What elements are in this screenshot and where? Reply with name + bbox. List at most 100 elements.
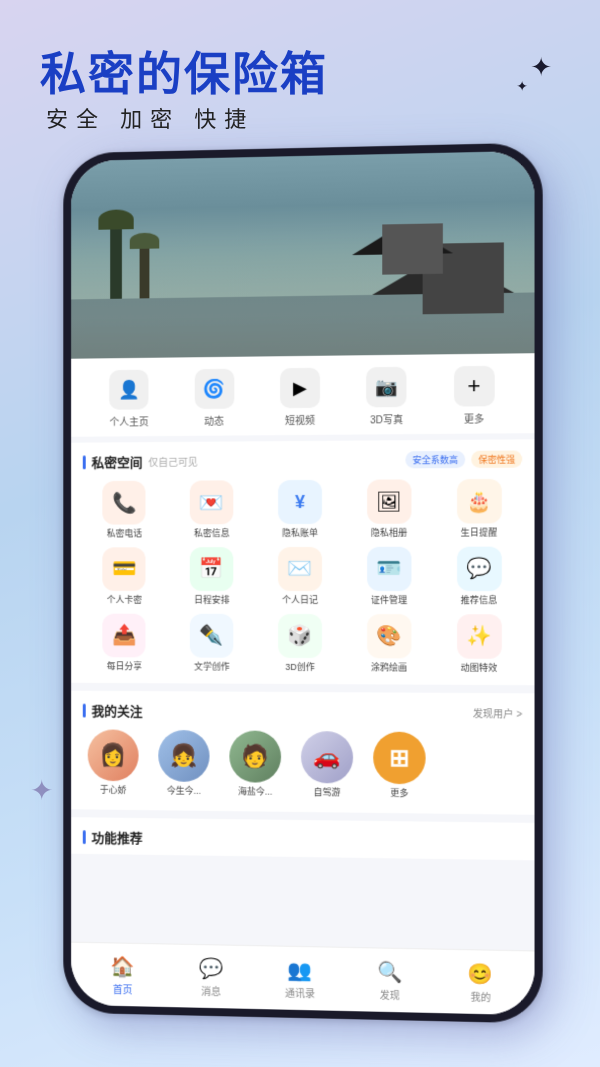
recommend-title: 功能推荐 — [92, 827, 143, 847]
diary-label: 个人日记 — [282, 595, 318, 606]
nav-item-shortvideo[interactable]: ▶ 短视频 — [280, 368, 320, 427]
avatar-4: 🚗 — [301, 731, 353, 784]
dynamic-icon: 🌀 — [194, 369, 234, 409]
private-bill-icon: ¥ — [278, 480, 322, 524]
discover-nav-icon: 🔍 — [377, 959, 402, 985]
profile-icon: 👤 — [109, 370, 148, 410]
grid-item-message[interactable]: 💌 私密信息 — [170, 480, 254, 539]
nav-row: 👤 个人主页 🌀 动态 ▶ 短视频 📷 3D写真 + 更多 — [71, 353, 534, 437]
mine-nav-label: 我的 — [470, 988, 490, 1004]
grid-item-share[interactable]: 📤 每日分享 — [83, 613, 166, 672]
private-album-icon: 🖼 — [367, 479, 411, 523]
sparkle-icon-3: ✦ — [30, 774, 53, 807]
grid-item-recommend[interactable]: 💬 推荐信息 — [436, 546, 522, 605]
phone-mockup: 👤 个人主页 🌀 动态 ▶ 短视频 📷 3D写真 + 更多 — [63, 142, 542, 1023]
discover-link[interactable]: 发现用户 > — [473, 705, 523, 720]
avatar-name-more: 更多 — [390, 788, 408, 799]
avatar-3: 🧑 — [229, 731, 281, 783]
recommend-icon: 💬 — [457, 546, 502, 590]
birthday-label: 生日提醒 — [461, 527, 498, 538]
schedule-icon: 📅 — [190, 547, 234, 591]
bottom-nav-home[interactable]: 🏠 首页 — [79, 953, 167, 996]
badge-security: 安全系数高 — [405, 451, 465, 469]
home-nav-label: 首页 — [113, 981, 133, 996]
grid-item-diary[interactable]: ✉️ 个人日记 — [258, 547, 343, 606]
following-section: 我的关注 发现用户 > 👩 于心娇 👧 今生今... 🧑 海盐 — [71, 691, 534, 815]
mine-nav-icon: 😊 — [468, 961, 493, 987]
avatar-more: ⊞ — [373, 732, 425, 785]
nav-label-more: 更多 — [464, 410, 484, 425]
grid-item-write[interactable]: ✒️ 文学创作 — [170, 613, 254, 672]
schedule-label: 日程安排 — [194, 595, 230, 606]
recommend-section-bar — [83, 830, 86, 844]
bottom-nav-contacts[interactable]: 👥 通讯录 — [255, 957, 344, 1001]
avatar-item-4[interactable]: 🚗 自驾游 — [296, 731, 358, 798]
following-title-row: 我的关注 — [83, 701, 143, 720]
card-label: 个人卡密 — [107, 595, 142, 606]
avatar-item-2[interactable]: 👧 今生今... — [153, 730, 214, 797]
shortvideo-icon: ▶ — [280, 368, 320, 408]
nav-label-shortvideo: 短视频 — [285, 412, 315, 427]
grid-item-phone[interactable]: 📞 私密电话 — [83, 481, 166, 540]
contacts-nav-icon: 👥 — [288, 957, 313, 983]
birthday-icon: 🎂 — [457, 479, 502, 524]
bottom-nav-discover[interactable]: 🔍 发现 — [345, 958, 435, 1002]
write-label: 文学创作 — [194, 661, 230, 672]
nav-label-dynamic: 动态 — [204, 413, 224, 428]
bottom-nav-mine[interactable]: 😊 我的 — [435, 960, 526, 1004]
nav-item-profile[interactable]: 👤 个人主页 — [109, 370, 148, 429]
avatar-item-1[interactable]: 👩 于心娇 — [83, 730, 144, 797]
avatar-item-more[interactable]: ⊞ 更多 — [368, 732, 431, 800]
grid-item-bill[interactable]: ¥ 隐私账单 — [258, 480, 343, 539]
grid-item-anim[interactable]: ✨ 动图特效 — [436, 614, 522, 674]
sparkle-icon-2: ✦ — [516, 78, 528, 95]
grid-item-3dcreate[interactable]: 🎲 3D创作 — [258, 614, 343, 673]
contacts-nav-label: 通讯录 — [285, 984, 315, 1000]
grid-item-cert[interactable]: 🪪 证件管理 — [346, 547, 431, 606]
3dcreate-icon: 🎲 — [278, 614, 322, 658]
message-nav-label: 消息 — [201, 982, 221, 997]
avatar-1: 👩 — [88, 730, 139, 782]
avatar-name-1: 于心娇 — [100, 785, 126, 796]
private-bill-label: 隐私账单 — [282, 528, 318, 539]
private-phone-icon: 📞 — [103, 481, 146, 525]
hero-subtitle: 安全 加密 快捷 — [46, 102, 254, 134]
grid-item-paint[interactable]: 🎨 涂鸦绘画 — [346, 614, 431, 673]
avatar-item-3[interactable]: 🧑 海盐今... — [224, 731, 286, 798]
cert-icon: 🪪 — [367, 547, 411, 591]
private-space-subtitle: 仅自己可见 — [148, 454, 197, 469]
nav-item-more[interactable]: + 更多 — [454, 366, 495, 426]
following-title: 我的关注 — [92, 701, 143, 720]
bottom-nav-message[interactable]: 💬 消息 — [167, 955, 256, 999]
nav-item-3dphoto[interactable]: 📷 3D写真 — [366, 367, 406, 427]
private-message-icon: 💌 — [190, 480, 234, 524]
private-space-title: 私密空间 — [92, 452, 143, 471]
discover-nav-label: 发现 — [380, 986, 400, 1002]
grid-item-album[interactable]: 🖼 隐私相册 — [346, 479, 431, 538]
cert-label: 证件管理 — [371, 595, 407, 606]
home-nav-icon: 🏠 — [111, 954, 135, 979]
message-nav-icon: 💬 — [199, 956, 224, 981]
nav-label-profile: 个人主页 — [109, 413, 148, 428]
hero-image — [71, 151, 534, 359]
private-space-section: 私密空间 仅自己可见 安全系数高 保密性强 📞 私密电话 💌 — [71, 439, 534, 685]
card-icon: 💳 — [103, 547, 146, 591]
paint-label: 涂鸦绘画 — [371, 662, 407, 673]
grid-item-birthday[interactable]: 🎂 生日提醒 — [436, 479, 522, 539]
private-title-row: 私密空间 仅自己可见 — [83, 452, 198, 472]
paint-icon: 🎨 — [367, 614, 411, 658]
grid-item-schedule[interactable]: 📅 日程安排 — [170, 547, 254, 606]
sparkle-icon-1: ✦ — [530, 52, 552, 83]
share-icon: 📤 — [103, 613, 146, 657]
hero-title: 私密的保险箱 — [40, 38, 328, 104]
share-label: 每日分享 — [107, 661, 142, 672]
recommend-section: 功能推荐 — [71, 817, 534, 860]
following-section-bar — [83, 704, 86, 718]
3dphoto-icon: 📷 — [366, 367, 406, 408]
private-phone-label: 私密电话 — [107, 528, 142, 539]
nav-item-dynamic[interactable]: 🌀 动态 — [194, 369, 234, 428]
grid-item-card[interactable]: 💳 个人卡密 — [83, 547, 166, 605]
private-icon-grid: 📞 私密电话 💌 私密信息 ¥ 隐私账单 🖼 隐私相册 — [83, 479, 522, 674]
bottom-nav: 🏠 首页 💬 消息 👥 通讯录 🔍 发现 😊 我的 — [71, 942, 534, 1016]
anim-label: 动图特效 — [461, 662, 498, 673]
